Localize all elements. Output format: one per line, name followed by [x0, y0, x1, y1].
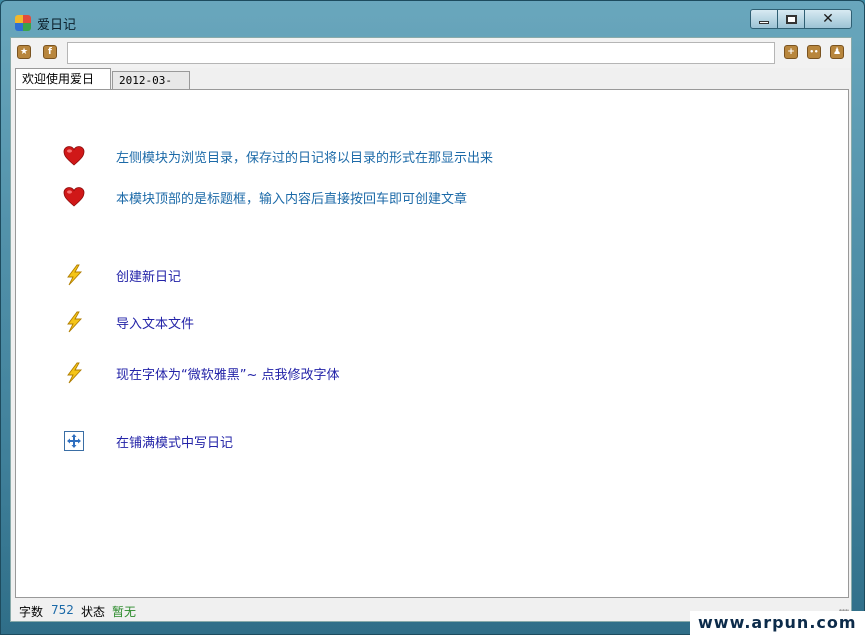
- app-logo-icon: [15, 15, 31, 31]
- word-count-value: 752: [51, 603, 74, 617]
- tip-row: 左侧模块为浏览目录，保存过的日记将以目录的形式在那显示出来: [16, 141, 848, 171]
- title-input[interactable]: [67, 42, 775, 64]
- add-button[interactable]: +: [784, 45, 798, 59]
- dots-button[interactable]: ••: [807, 45, 821, 59]
- create-diary-action[interactable]: 创建新日记: [16, 260, 848, 290]
- change-font-link[interactable]: 现在字体为“微软雅黑”~ 点我修改字体: [116, 364, 340, 383]
- add-icon: +: [787, 47, 795, 57]
- window-title: 爱日记: [37, 18, 77, 33]
- tip-row: 本模块顶部的是标题框，输入内容后直接按回车即可创建文章: [16, 182, 848, 212]
- lightning-icon: [67, 264, 83, 286]
- maximize-icon: [785, 14, 797, 24]
- tab-diary-2012-03-10[interactable]: 2012-03-10*: [112, 71, 190, 104]
- fullscreen-icon: [64, 431, 84, 451]
- content-area: 左侧模块为浏览目录，保存过的日记将以目录的形式在那显示出来 本模块顶部的是标题框…: [15, 89, 849, 598]
- tab-welcome[interactable]: 欢迎使用爱日记: [15, 68, 111, 106]
- close-icon: ✕: [822, 11, 834, 27]
- tip-text: 本模块顶部的是标题框，输入内容后直接按回车即可创建文章: [116, 192, 468, 207]
- fullscreen-action[interactable]: 在铺满模式中写日记: [16, 426, 848, 456]
- create-diary-link[interactable]: 创建新日记: [116, 266, 181, 285]
- app-window: 爱日记 ✕ ★ f + •• ♟ 欢迎使用爱日记 2012-03-10* 左侧模…: [0, 0, 865, 635]
- title-bar[interactable]: 爱日记 ✕: [1, 1, 864, 37]
- import-text-link[interactable]: 导入文本文件: [116, 313, 194, 332]
- tip-text: 左侧模块为浏览目录，保存过的日记将以目录的形式在那显示出来: [116, 151, 494, 166]
- lightning-icon: [67, 311, 83, 333]
- minimize-icon: [759, 21, 769, 24]
- lightning-icon: [67, 362, 83, 384]
- watermark: www.arpun.com: [690, 611, 865, 635]
- star-icon: ★: [19, 47, 29, 57]
- maximize-button[interactable]: [777, 9, 805, 29]
- import-text-action[interactable]: 导入文本文件: [16, 307, 848, 337]
- heart-icon: [63, 146, 85, 166]
- word-count-label: 字数: [19, 605, 44, 619]
- user-icon: ♟: [832, 47, 842, 57]
- heart-icon: [63, 187, 85, 207]
- font-button[interactable]: f: [43, 45, 57, 59]
- toolbar: ★ f + •• ♟: [11, 38, 851, 68]
- change-font-action[interactable]: 现在字体为“微软雅黑”~ 点我修改字体: [16, 358, 848, 388]
- status-value: 暂无: [112, 605, 137, 619]
- fullscreen-link[interactable]: 在铺满模式中写日记: [116, 432, 233, 451]
- user-button[interactable]: ♟: [830, 45, 844, 59]
- close-button[interactable]: ✕: [804, 9, 852, 29]
- star-button[interactable]: ★: [17, 45, 31, 59]
- two-dots-icon: ••: [809, 48, 819, 56]
- font-icon: f: [48, 47, 52, 57]
- status-label: 状态: [81, 605, 106, 619]
- tab-strip: 欢迎使用爱日记 2012-03-10*: [15, 68, 851, 106]
- minimize-button[interactable]: [750, 9, 778, 29]
- client-area: ★ f + •• ♟ 欢迎使用爱日记 2012-03-10* 左侧模块为浏览目录…: [10, 37, 852, 622]
